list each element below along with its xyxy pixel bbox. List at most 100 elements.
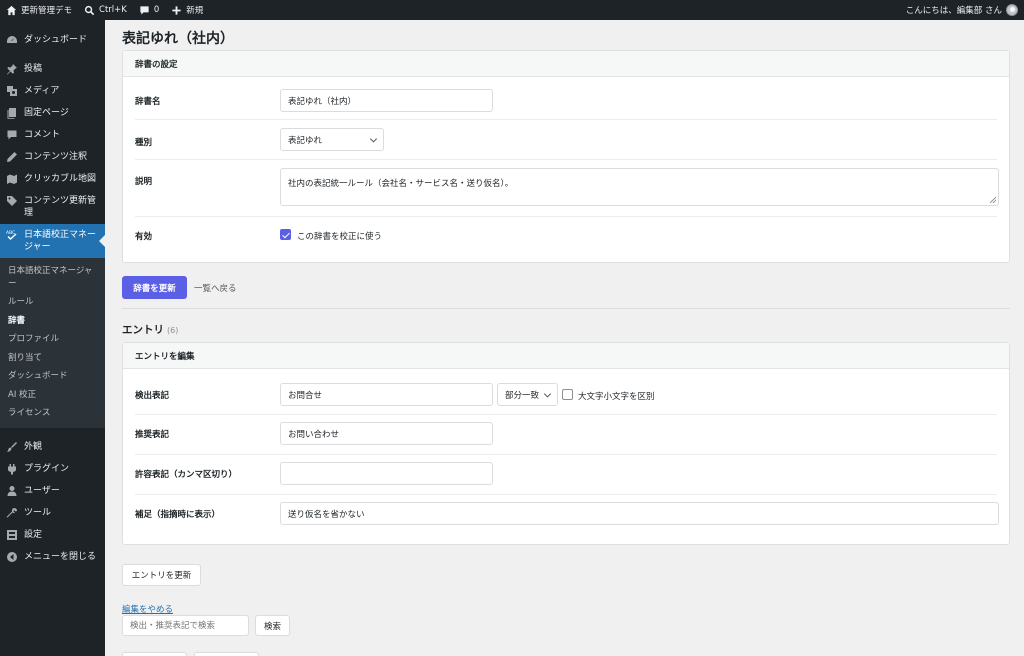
filter-button-partial[interactable] <box>194 652 259 656</box>
field-label: 有効 <box>135 232 153 242</box>
menu-media[interactable]: メディア <box>0 80 105 102</box>
menu-collapse[interactable]: メニューを閉じる <box>0 546 105 568</box>
menu-content-update[interactable]: コンテンツ更新管理 <box>0 190 105 224</box>
recommended-input[interactable]: お問い合わせ <box>280 422 493 445</box>
comments-link[interactable]: 0 <box>133 0 165 20</box>
submenu-overview[interactable]: 日本語校正マネージャー <box>0 262 105 293</box>
row-dictionary-name: 辞書名 表記ゆれ（社内） <box>135 77 997 120</box>
menu-posts[interactable]: 投稿 <box>0 58 105 80</box>
enabled-checkbox-label[interactable]: この辞書を校正に使う <box>297 230 382 242</box>
submenu-assignments[interactable]: 割り当て <box>0 349 105 368</box>
allowed-input[interactable] <box>280 462 493 485</box>
menu-clickable-map[interactable]: クリッカブル地図 <box>0 168 105 190</box>
case-sensitive-checkbox[interactable] <box>562 389 573 400</box>
selected-value: 部分一致 <box>505 390 540 401</box>
menu-comments[interactable]: コメント <box>0 124 105 146</box>
menu-plugins[interactable]: プラグイン <box>0 458 105 480</box>
row-recommended: 推奨表記 お問い合わせ <box>135 415 997 455</box>
entry-search-input[interactable] <box>122 615 249 636</box>
admin-bar: 更新管理デモ Ctrl+K 0 新規 こんにちは、編集部 さん <box>0 0 1024 20</box>
user-icon <box>7 485 17 496</box>
submenu-dashboard[interactable]: ダッシュボード <box>0 367 105 386</box>
site-name-link[interactable]: 更新管理デモ <box>0 0 78 20</box>
field-label: 許容表記（カンマ区切り） <box>135 470 238 480</box>
entry-edit-card: エントリを編集 検出表記 お問合せ 部分一致 大文字小文字を区別 推奨表記 お問… <box>122 342 1010 545</box>
field-label: 補足（指摘時に表示） <box>135 510 221 520</box>
chevron-down-icon <box>543 389 552 398</box>
menu-pages[interactable]: 固定ページ <box>0 102 105 124</box>
pin-icon <box>7 64 17 75</box>
dashboard-icon <box>7 36 17 43</box>
plugin-icon <box>8 463 16 474</box>
field-label: 種別 <box>135 138 153 148</box>
card-heading: 辞書の設定 <box>123 51 1009 77</box>
card-heading: エントリを編集 <box>123 343 1009 369</box>
row-detect: 検出表記 お問合せ 部分一致 大文字小文字を区別 <box>135 369 997 415</box>
dictionary-name-input[interactable]: 表記ゆれ（社内） <box>280 89 493 112</box>
menu-tools[interactable]: ツール <box>0 502 105 524</box>
selected-value: 表記ゆれ <box>288 135 323 146</box>
plus-icon <box>172 5 181 15</box>
row-dictionary-type: 種別 表記ゆれ <box>135 120 997 160</box>
entries-count: (6) <box>167 326 179 335</box>
detect-input[interactable]: お問合せ <box>280 383 493 406</box>
spellcheck-icon: ABC <box>6 230 17 241</box>
dictionary-settings-card: 辞書の設定 辞書名 表記ゆれ（社内） 種別 表記ゆれ 説明 社内の表記統一ルール… <box>122 50 1010 263</box>
field-label: 推奨表記 <box>135 430 170 440</box>
page-icon <box>7 108 16 119</box>
search-button[interactable]: 検索 <box>255 615 290 636</box>
collapse-icon <box>7 551 17 562</box>
submenu-profiles[interactable]: プロファイル <box>0 330 105 349</box>
row-note: 補足（指摘時に表示） 送り仮名を省かない <box>135 495 999 543</box>
search-shortcut-label: Ctrl+K <box>99 5 127 15</box>
case-sensitive-label[interactable]: 大文字小文字を区別 <box>578 390 655 402</box>
row-description: 説明 社内の表記統一ルール（会社名・サービス名・送り仮名）。 <box>135 160 999 217</box>
avatar <box>1006 4 1018 16</box>
enabled-checkbox[interactable] <box>280 229 291 240</box>
proofreading-submenu: 日本語校正マネージャー ルール 辞書 プロファイル 割り当て ダッシュボード A… <box>0 258 105 428</box>
media-icon <box>7 86 17 96</box>
chevron-down-icon <box>369 134 378 143</box>
match-type-select[interactable]: 部分一致 <box>497 383 558 406</box>
note-input[interactable]: 送り仮名を省かない <box>280 502 999 525</box>
comments-count: 0 <box>153 5 160 15</box>
bulk-action-button-partial[interactable] <box>122 652 187 656</box>
submenu-ai-proofreading[interactable]: AI 校正 <box>0 386 105 405</box>
resize-handle-icon[interactable] <box>990 197 996 203</box>
menu-dashboard[interactable]: ダッシュボード <box>0 29 105 51</box>
new-label: 新規 <box>186 6 204 16</box>
back-to-list-link[interactable]: 一覧へ戻る <box>194 282 237 294</box>
cancel-edit-link[interactable]: 編集をやめる <box>122 603 173 615</box>
map-icon <box>7 174 17 184</box>
dictionary-type-select[interactable]: 表記ゆれ <box>280 128 384 151</box>
pencil-icon <box>7 152 17 162</box>
field-label: 検出表記 <box>135 391 170 401</box>
new-content-link[interactable]: 新規 <box>165 0 209 20</box>
wrench-icon <box>6 507 17 518</box>
submenu-dictionary[interactable]: 辞書 <box>0 312 105 331</box>
brush-icon <box>7 441 17 452</box>
admin-sidebar: ダッシュボード 投稿 メディア 固定ページ コメント コンテンツ注釈 クリッカブ… <box>0 20 105 656</box>
search-icon <box>84 5 95 15</box>
update-dictionary-button[interactable]: 辞書を更新 <box>122 276 187 299</box>
account-menu[interactable]: こんにちは、編集部 さん <box>900 0 1024 20</box>
menu-appearance[interactable]: 外観 <box>0 436 105 458</box>
field-label: 説明 <box>135 177 153 187</box>
section-divider <box>122 308 1010 309</box>
update-entry-button[interactable]: エントリを更新 <box>122 564 201 586</box>
submenu-license[interactable]: ライセンス <box>0 404 105 423</box>
menu-settings[interactable]: 設定 <box>0 524 105 546</box>
field-label: 辞書名 <box>135 97 161 107</box>
menu-japanese-proofreading[interactable]: ABC 日本語校正マネージャー <box>0 224 105 258</box>
submenu-rules[interactable]: ルール <box>0 293 105 312</box>
description-textarea[interactable]: 社内の表記統一ルール（会社名・サービス名・送り仮名）。 <box>280 168 999 206</box>
row-enabled: 有効 この辞書を校正に使う <box>135 217 997 262</box>
menu-content-annotation[interactable]: コンテンツ注釈 <box>0 146 105 168</box>
search-shortcut[interactable]: Ctrl+K <box>78 0 133 20</box>
menu-users[interactable]: ユーザー <box>0 480 105 502</box>
settings-icon <box>7 529 17 540</box>
home-icon <box>6 5 17 15</box>
row-allowed: 許容表記（カンマ区切り） <box>135 455 997 495</box>
tag-icon <box>7 196 17 206</box>
main-content: 表記ゆれ（社内） 辞書の設定 辞書名 表記ゆれ（社内） 種別 表記ゆれ 説明 社… <box>105 20 1024 656</box>
